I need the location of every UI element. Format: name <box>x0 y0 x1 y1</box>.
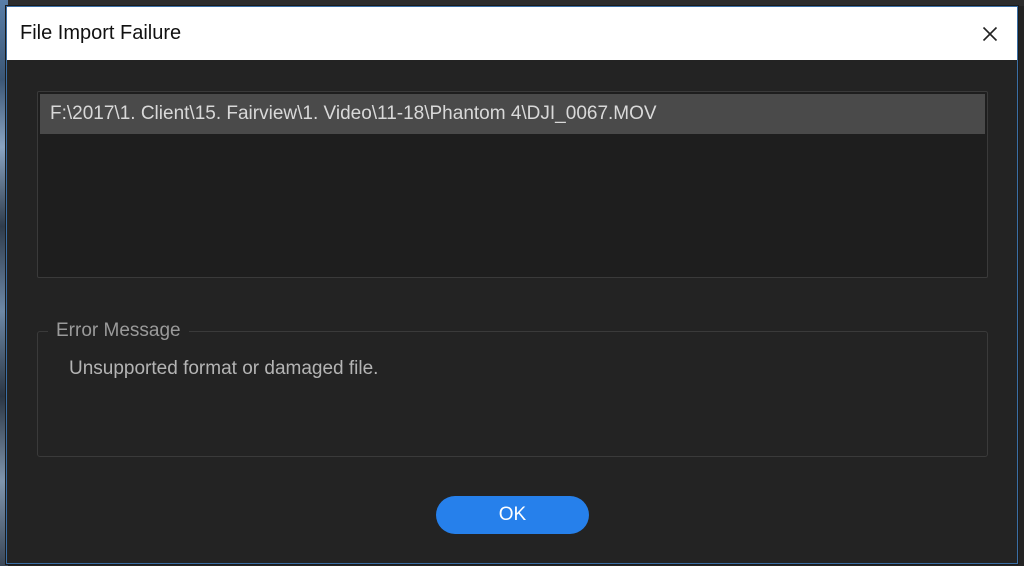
error-message-group: Error Message Unsupported format or dama… <box>37 319 988 457</box>
dialog-titlebar[interactable]: File Import Failure <box>7 7 1017 60</box>
close-button[interactable] <box>963 7 1017 60</box>
dialog-title: File Import Failure <box>20 22 182 44</box>
ok-button[interactable]: OK <box>436 496 589 534</box>
failed-files-list[interactable]: F:\2017\1. Client\15. Fairview\1. Video\… <box>37 91 988 278</box>
close-icon <box>982 26 998 41</box>
error-message-text: Unsupported format or damaged file. <box>69 358 379 379</box>
error-message-legend: Error Message <box>48 319 189 343</box>
file-import-failure-dialog: File Import Failure F:\2017\1. Client\15… <box>6 6 1018 564</box>
list-item[interactable]: F:\2017\1. Client\15. Fairview\1. Video\… <box>40 94 985 134</box>
